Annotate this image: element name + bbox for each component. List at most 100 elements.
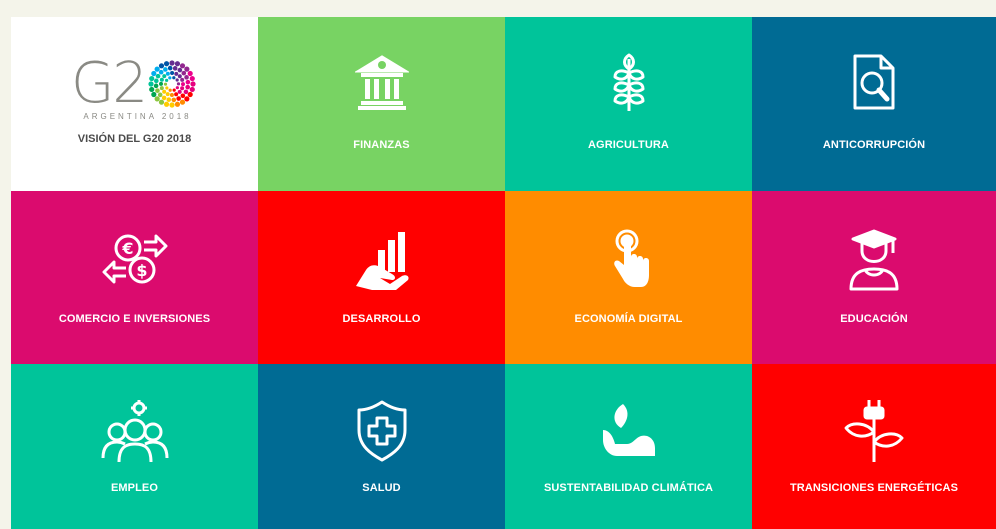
sun-dot [154, 78, 159, 84]
sun-dot [184, 96, 190, 102]
sun-dot [151, 70, 157, 77]
sun-dot [177, 89, 182, 94]
sun-dot [190, 81, 196, 87]
sun-dot [159, 81, 164, 86]
sun-dot [170, 71, 175, 75]
tile-transiciones-energeticas[interactable]: TRANSICIONES ENERGÉTICAS [752, 364, 996, 529]
tile-label: FINANZAS [353, 139, 410, 151]
sun-dot [158, 69, 164, 75]
bank-icon [342, 51, 422, 113]
sun-dot [180, 86, 185, 91]
sun-dot [165, 86, 169, 90]
sun-dot [155, 88, 160, 93]
sun-dot [148, 81, 154, 87]
sun-dot [172, 76, 176, 80]
sun-dot [181, 82, 186, 87]
sun-dot [179, 99, 186, 105]
sun-dot [154, 66, 160, 72]
sun-dot [167, 65, 173, 71]
tile-desarrollo[interactable]: DESARROLLO [258, 191, 505, 364]
sun-dot [154, 96, 160, 102]
sun-dot [185, 84, 190, 90]
tile-label: EDUCACIÓN [840, 313, 908, 325]
tile-educacion[interactable]: EDUCACIÓN [752, 191, 996, 364]
tile-salud[interactable]: SALUD [258, 364, 505, 529]
health-shield-icon [342, 400, 422, 462]
sun-dot [165, 71, 170, 76]
sun-dot [169, 60, 175, 66]
sun-dot [169, 93, 174, 97]
g20-logo-subtitle: ARGENTINA 2018 [83, 112, 192, 121]
wheat-icon [589, 51, 669, 113]
sun-dot [174, 61, 181, 67]
tile-agricultura[interactable]: AGRICULTURA [505, 17, 752, 191]
sun-dot [165, 92, 170, 97]
sun-dot [181, 70, 187, 76]
sun-dot [184, 75, 189, 80]
sun-dot [177, 74, 182, 79]
g20-sun-icon [146, 58, 198, 110]
sun-dot [163, 61, 170, 67]
sun-dot [159, 86, 164, 91]
tile-comercio-inversiones[interactable]: € $ COMERCIO E INVERSIONES [11, 191, 258, 364]
sun-dot [179, 63, 186, 69]
svg-text:€: € [121, 239, 133, 258]
currency-exchange-icon: € $ [95, 229, 175, 291]
sun-dot [168, 76, 172, 80]
tile-label: EMPLEO [110, 482, 159, 494]
tile-sustentabilidad-climatica[interactable]: SUSTENTABILIDAD CLIMÁTICA [505, 364, 752, 529]
tile-label: DESARROLLO [342, 313, 421, 325]
sun-dot [169, 102, 175, 108]
tile-label: ANTICORRUPCIÓN [822, 139, 926, 151]
sun-dot [155, 73, 161, 79]
sun-dot [161, 95, 167, 101]
g20-vision-tile[interactable]: G2 ARGENTINA 2018 VISIÓN DEL G20 2018 [11, 17, 258, 191]
sun-dot [176, 82, 181, 86]
sun-dot [149, 86, 155, 93]
tile-label: ECONOMÍA DIGITAL [574, 313, 683, 325]
document-search-icon [834, 51, 914, 113]
tile-label: SUSTENTABILIDAD CLIMÁTICA [543, 482, 714, 494]
touch-finger-icon [589, 229, 669, 291]
sun-dot [165, 78, 169, 82]
sun-dot [180, 93, 186, 99]
sun-dot [189, 75, 195, 82]
sun-dot [174, 71, 179, 76]
sun-dot [158, 63, 165, 69]
sun-dot [174, 101, 181, 107]
sun-dot [162, 74, 167, 79]
g20-vision-label: VISIÓN DEL G20 2018 [77, 133, 192, 145]
tile-label: SALUD [362, 482, 401, 494]
sun-dot [153, 83, 159, 89]
team-gear-icon [95, 400, 175, 463]
sun-dot [151, 91, 157, 98]
sun-dot [166, 97, 172, 102]
sun-dot [162, 89, 167, 94]
topics-grid: G2 ARGENTINA 2018 VISIÓN DEL G20 2018 FI… [11, 17, 996, 529]
sun-dot [185, 79, 191, 85]
g20-logo: G2 ARGENTINA 2018 VISIÓN DEL G20 2018 [70, 51, 198, 145]
graduate-icon [834, 229, 914, 291]
sun-dot [176, 96, 181, 101]
sun-dot [168, 88, 172, 92]
hand-leaf-icon [589, 400, 669, 462]
plant-plug-icon [834, 400, 914, 462]
sun-dot [183, 89, 189, 95]
sun-dot [158, 99, 165, 105]
sun-dot [187, 91, 193, 98]
hand-growth-chart-icon [342, 229, 422, 291]
sun-dot [189, 86, 195, 93]
tile-empleo[interactable]: EMPLEO [11, 364, 258, 529]
tile-economia-digital[interactable]: ECONOMÍA DIGITAL [505, 191, 752, 364]
g20-logo-text: G2 [70, 51, 148, 116]
tile-anticorrupcion[interactable]: ANTICORRUPCIÓN [752, 17, 996, 191]
sun-dot [175, 78, 179, 82]
tile-label: COMERCIO E INVERSIONES [58, 313, 211, 325]
sun-dot [163, 67, 168, 72]
tile-label: AGRICULTURA [588, 139, 669, 151]
sun-dot [187, 70, 193, 77]
tile-finanzas[interactable]: FINANZAS [258, 17, 505, 191]
sun-dot [184, 66, 190, 72]
tile-label: TRANSICIONES ENERGÉTICAS [789, 482, 959, 494]
sun-dot [172, 66, 178, 71]
